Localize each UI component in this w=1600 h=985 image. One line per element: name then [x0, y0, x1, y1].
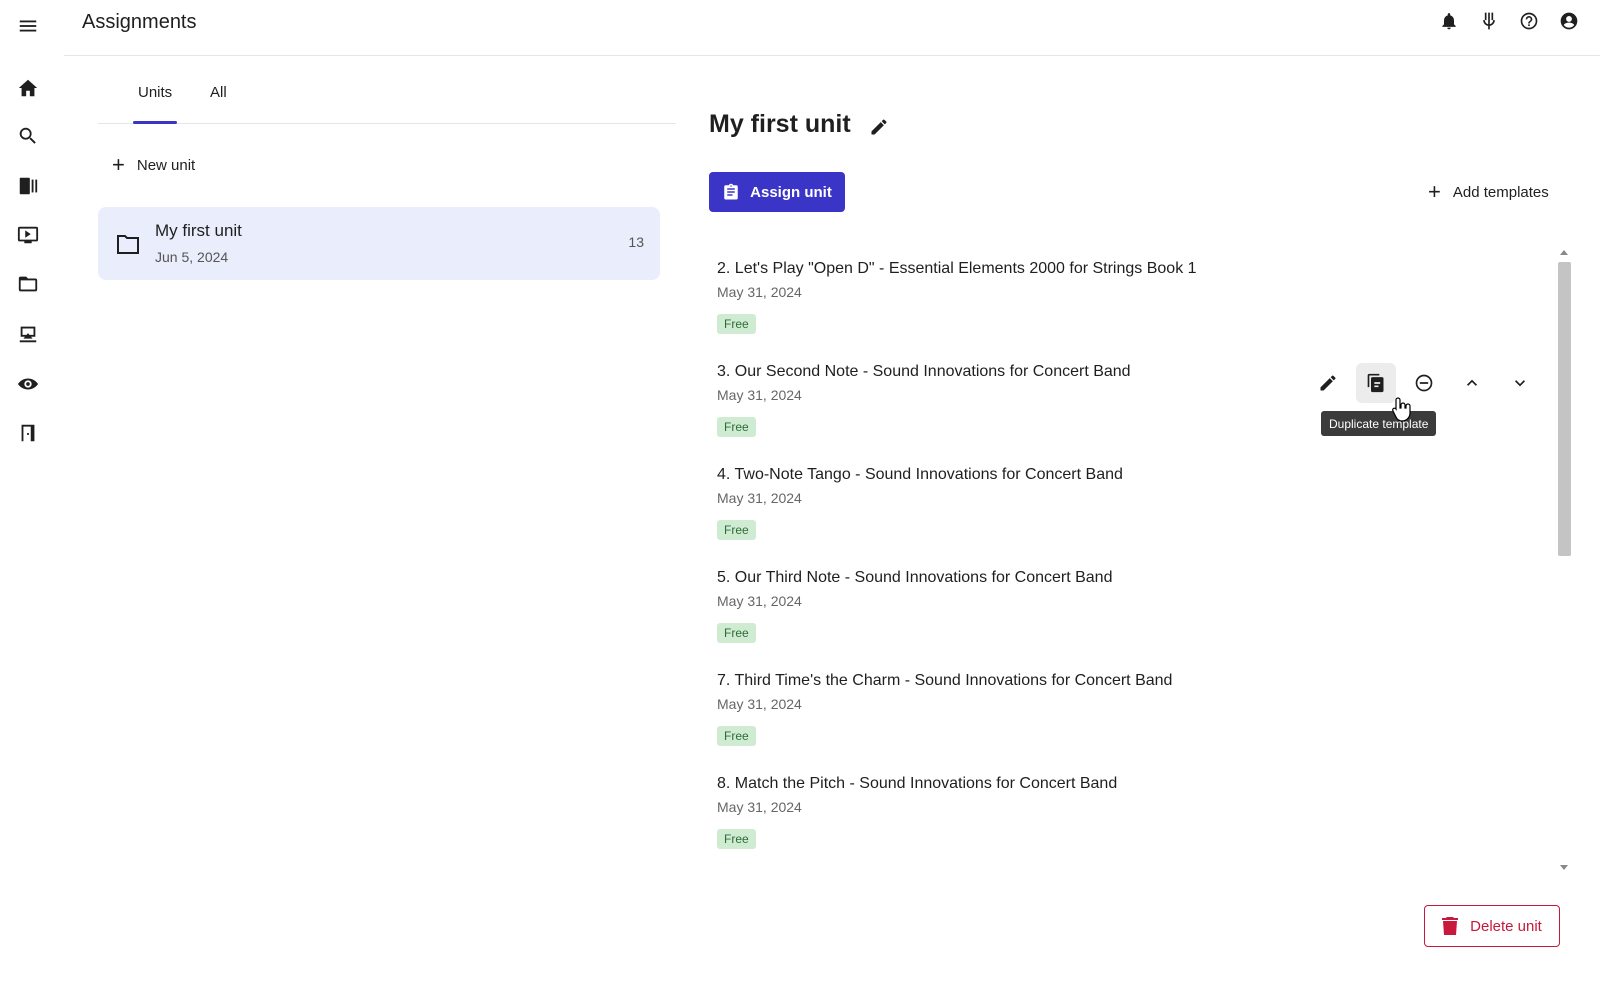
template-row[interactable]: 8. Match the Pitch - Sound Innovations f… — [709, 761, 1549, 863]
template-date: May 31, 2024 — [717, 387, 802, 403]
help-icon[interactable] — [1518, 10, 1540, 32]
scroll-down-arrow-icon[interactable] — [1560, 865, 1568, 870]
clipboard-icon — [724, 183, 738, 200]
template-title: 3. Our Second Note - Sound Innovations f… — [717, 363, 1131, 380]
unit-date: Jun 5, 2024 — [155, 249, 229, 265]
bell-icon[interactable] — [1438, 10, 1460, 32]
unit-list-item[interactable]: My first unit Jun 5, 2024 13 — [98, 207, 660, 280]
template-title: 8. Match the Pitch - Sound Innovations f… — [717, 775, 1118, 792]
template-list[interactable]: 2. Let's Play "Open D" - Essential Eleme… — [709, 246, 1554, 874]
template-date: May 31, 2024 — [717, 490, 802, 506]
move-up-chevron-icon[interactable] — [1452, 363, 1492, 403]
template-row[interactable]: 7. Third Time's the Charm - Sound Innova… — [709, 658, 1549, 760]
template-row[interactable]: 5. Our Third Note - Sound Innovations fo… — [709, 555, 1549, 657]
plus-icon: + — [1428, 179, 1441, 204]
template-date: May 31, 2024 — [717, 593, 802, 609]
tab-all[interactable]: All — [210, 84, 227, 101]
search-icon[interactable] — [14, 122, 42, 150]
eye-icon[interactable] — [14, 370, 42, 398]
header-actions — [1438, 10, 1580, 32]
assign-unit-button[interactable]: Assign unit — [709, 172, 845, 212]
trash-icon — [1442, 917, 1459, 935]
library-icon[interactable] — [14, 172, 42, 200]
edit-title-pencil-icon[interactable] — [868, 116, 890, 138]
template-date: May 31, 2024 — [717, 696, 802, 712]
free-badge: Free — [717, 829, 756, 849]
new-unit-label: New unit — [136, 156, 196, 174]
scroll-up-arrow-icon[interactable] — [1560, 250, 1568, 255]
add-templates-label: Add templates — [1452, 183, 1549, 201]
assign-unit-label: Assign unit — [750, 183, 832, 201]
unit-name: My first unit — [155, 221, 242, 240]
tuner-icon[interactable] — [1478, 10, 1500, 32]
home-icon[interactable] — [14, 74, 42, 102]
unit-template-count: 13 — [628, 234, 644, 250]
free-badge: Free — [717, 726, 756, 746]
top-bar: Assignments — [64, 0, 1600, 56]
row-actions — [1308, 363, 1540, 403]
template-date: May 31, 2024 — [717, 284, 802, 300]
tab-units[interactable]: Units — [138, 84, 172, 101]
new-unit-button[interactable]: + New unit — [112, 152, 195, 178]
menu-icon[interactable] — [16, 14, 40, 38]
hand-cursor-icon — [1392, 397, 1411, 422]
unit-title: My first unit — [709, 110, 851, 138]
account-icon[interactable] — [1558, 10, 1580, 32]
template-title: 7. Third Time's the Charm - Sound Innova… — [717, 672, 1173, 689]
free-badge: Free — [717, 417, 756, 437]
delete-unit-button[interactable]: Delete unit — [1424, 905, 1560, 947]
duplicate-template-tooltip: Duplicate template — [1321, 411, 1437, 436]
template-row[interactable]: 4. Two-Note Tango - Sound Innovations fo… — [709, 452, 1549, 554]
video-icon[interactable] — [14, 221, 42, 249]
template-title: 2. Let's Play "Open D" - Essential Eleme… — [717, 260, 1197, 277]
active-tab-indicator — [133, 121, 177, 124]
free-badge: Free — [717, 520, 756, 540]
free-badge: Free — [717, 623, 756, 643]
page-title: Assignments — [82, 11, 197, 33]
unit-tabs: Units All — [98, 72, 676, 124]
plus-icon: + — [112, 152, 125, 177]
edit-template-pencil-icon[interactable] — [1308, 363, 1348, 403]
duplicate-template-icon[interactable] — [1356, 363, 1396, 403]
template-title: 4. Two-Note Tango - Sound Innovations fo… — [717, 466, 1123, 483]
folder-icon — [116, 233, 140, 255]
exit-icon[interactable] — [14, 419, 42, 447]
template-date: May 31, 2024 — [717, 799, 802, 815]
delete-unit-label: Delete unit — [1470, 917, 1542, 935]
free-badge: Free — [717, 314, 756, 334]
template-list-scrollbar[interactable] — [1557, 246, 1572, 874]
classes-icon[interactable] — [14, 320, 42, 348]
move-down-chevron-icon[interactable] — [1500, 363, 1540, 403]
template-row[interactable]: 2. Let's Play "Open D" - Essential Eleme… — [709, 246, 1549, 348]
template-title: 5. Our Third Note - Sound Innovations fo… — [717, 569, 1113, 586]
scrollbar-thumb[interactable] — [1558, 262, 1571, 556]
folder-icon[interactable] — [14, 270, 42, 298]
add-templates-button[interactable]: + Add templates — [1428, 177, 1549, 207]
left-rail — [0, 0, 56, 985]
